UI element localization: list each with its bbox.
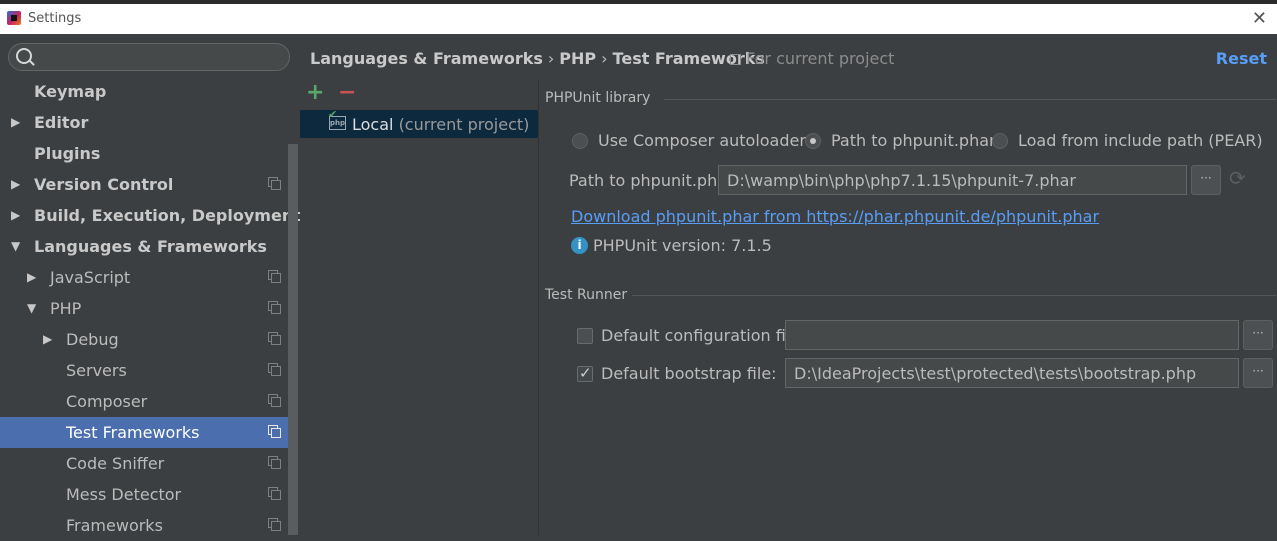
settings-sidebar: Keymap ▶ Editor Plugins ▶ Version Control ▶ Bui… xyxy=(0,34,301,535)
breadcrumb-separator: › xyxy=(601,49,608,68)
sidebar-item-label: Servers xyxy=(66,361,127,380)
project-scope-icon xyxy=(268,487,281,500)
refresh-icon[interactable]: ⟳ xyxy=(1229,166,1246,190)
sidebar-item-test-frameworks[interactable]: Test Frameworks xyxy=(0,417,288,448)
configuration-list: + − php ✔ Local (current project) xyxy=(300,80,539,535)
breadcrumb: Languages & Frameworks › PHP › Test Framewor… xyxy=(310,49,765,68)
browse-button[interactable]: ··· xyxy=(1243,358,1273,388)
sidebar-scrollbar[interactable] xyxy=(288,144,298,535)
default-bootstrap-input[interactable]: D:\IdeaProjects\test\protected\tests\boo… xyxy=(785,358,1239,388)
sidebar-item-code-sniffer[interactable]: Code Sniffer xyxy=(0,448,288,479)
sidebar-item-composer[interactable]: Composer xyxy=(0,386,288,417)
sidebar-item-label: PHP xyxy=(50,299,82,318)
project-scope-icon xyxy=(730,54,741,65)
config-detail: (current project) xyxy=(398,115,530,134)
browse-button[interactable]: ··· xyxy=(1243,320,1273,350)
collapsed-arrow-icon[interactable]: ▶ xyxy=(11,115,20,129)
sidebar-item-label: JavaScript xyxy=(50,268,131,287)
download-phar-link[interactable]: Download phpunit.phar from https://phar.… xyxy=(571,207,1099,226)
radio-circle-selected xyxy=(805,133,821,149)
project-scope-icon xyxy=(268,177,281,190)
sidebar-item-version-control[interactable]: ▶ Version Control xyxy=(0,169,288,200)
sidebar-item-label: Version Control xyxy=(34,175,174,194)
project-scope-icon xyxy=(268,518,281,531)
collapsed-arrow-icon[interactable]: ▶ xyxy=(11,208,20,222)
project-scope-icon xyxy=(268,332,281,345)
sidebar-item-languages-frameworks[interactable]: ▼ Languages & Frameworks xyxy=(0,231,288,262)
radio-circle xyxy=(572,133,588,149)
test-frameworks-form: PHPUnit library Use Composer autoloader … xyxy=(539,80,1277,535)
default-config-checkbox[interactable] xyxy=(577,328,593,344)
sidebar-item-javascript[interactable]: ▶ JavaScript xyxy=(0,262,288,293)
expanded-arrow-icon[interactable]: ▼ xyxy=(11,239,20,253)
sidebar-item-label: Editor xyxy=(34,113,89,132)
phar-path-input[interactable]: D:\wamp\bin\php\php7.1.15\phpunit-7.phar xyxy=(718,165,1187,195)
sidebar-item-build-execution-deployment[interactable]: ▶ Build, Execution, Deployment xyxy=(0,200,301,231)
window-title: Settings xyxy=(28,11,82,26)
sidebar-item-label: Mess Detector xyxy=(66,485,182,504)
scope-note: For current project xyxy=(730,49,894,68)
sidebar-item-servers[interactable]: Servers xyxy=(0,355,288,386)
info-icon: i xyxy=(571,237,588,254)
scope-text: For current project xyxy=(746,49,895,68)
project-scope-icon xyxy=(268,425,281,438)
sidebar-item-frameworks[interactable]: Frameworks xyxy=(0,510,288,541)
default-bootstrap-checkbox[interactable] xyxy=(577,364,593,382)
default-config-input[interactable] xyxy=(785,320,1239,350)
list-item[interactable]: php ✔ Local (current project) xyxy=(300,108,538,138)
sidebar-item-label: Debug xyxy=(66,330,119,349)
sidebar-item-label: Test Frameworks xyxy=(66,423,200,442)
sidebar-item-label: Languages & Frameworks xyxy=(34,237,267,256)
project-scope-icon xyxy=(268,270,281,283)
sidebar-item-editor[interactable]: ▶ Editor xyxy=(0,107,288,138)
title-bar: Settings ✕ xyxy=(0,4,1277,34)
sidebar-item-plugins[interactable]: Plugins xyxy=(0,138,288,169)
sidebar-item-label: Composer xyxy=(66,392,148,411)
config-name: Local xyxy=(352,115,394,134)
radio-label: Load from include path (PEAR) xyxy=(1018,131,1263,150)
check-mark-icon: ✔ xyxy=(328,108,338,121)
default-config-label: Default configuration file: xyxy=(601,326,806,345)
collapsed-arrow-icon[interactable]: ▶ xyxy=(27,270,36,284)
add-icon[interactable]: + xyxy=(306,80,324,105)
runner-section-title: Test Runner xyxy=(545,287,628,303)
section-divider xyxy=(632,295,1276,296)
sidebar-item-mess-detector[interactable]: Mess Detector xyxy=(0,479,288,510)
sidebar-item-label: Code Sniffer xyxy=(66,454,165,473)
default-bootstrap-label: Default bootstrap file: xyxy=(601,364,777,383)
radio-label: Path to phpunit.phar xyxy=(831,131,996,150)
sidebar-item-label: Keymap xyxy=(34,82,107,101)
radio-label: Use Composer autoloader xyxy=(598,131,806,150)
breadcrumb-separator: › xyxy=(547,49,555,68)
reset-link[interactable]: Reset xyxy=(1216,49,1267,68)
app-icon xyxy=(7,11,21,25)
browse-button[interactable]: ··· xyxy=(1191,165,1221,195)
expanded-arrow-icon[interactable]: ▼ xyxy=(27,301,36,315)
sidebar-item-label: Frameworks xyxy=(66,516,163,535)
section-divider xyxy=(664,99,1276,100)
remove-icon[interactable]: − xyxy=(338,80,356,105)
main-panel: Languages & Frameworks › PHP › Test Framewor… xyxy=(300,34,1277,535)
phpunit-version: PHPUnit version: 7.1.5 xyxy=(593,236,772,255)
search-input[interactable] xyxy=(8,43,290,71)
path-label: Path to phpunit.phar xyxy=(569,171,734,190)
sidebar-item-debug[interactable]: ▶ Debug xyxy=(0,324,288,355)
sidebar-item-keymap[interactable]: Keymap xyxy=(0,76,288,107)
collapsed-arrow-icon[interactable]: ▶ xyxy=(11,177,20,191)
search-icon xyxy=(16,48,32,64)
project-scope-icon xyxy=(268,394,281,407)
breadcrumb-php[interactable]: PHP xyxy=(559,49,596,68)
project-scope-icon xyxy=(268,456,281,469)
sidebar-item-php[interactable]: ▼ PHP xyxy=(0,293,288,324)
sidebar-item-label: Plugins xyxy=(34,144,101,163)
project-scope-icon xyxy=(268,363,281,376)
collapsed-arrow-icon[interactable]: ▶ xyxy=(43,332,52,346)
close-icon[interactable]: ✕ xyxy=(1252,8,1267,29)
phpunit-section-title: PHPUnit library xyxy=(545,90,651,106)
breadcrumb-languages[interactable]: Languages & Frameworks xyxy=(310,49,543,68)
sidebar-item-label: Build, Execution, Deployment xyxy=(34,206,301,225)
project-scope-icon xyxy=(268,301,281,314)
list-item-label: Local (current project) xyxy=(352,115,529,134)
radio-circle xyxy=(992,133,1008,149)
